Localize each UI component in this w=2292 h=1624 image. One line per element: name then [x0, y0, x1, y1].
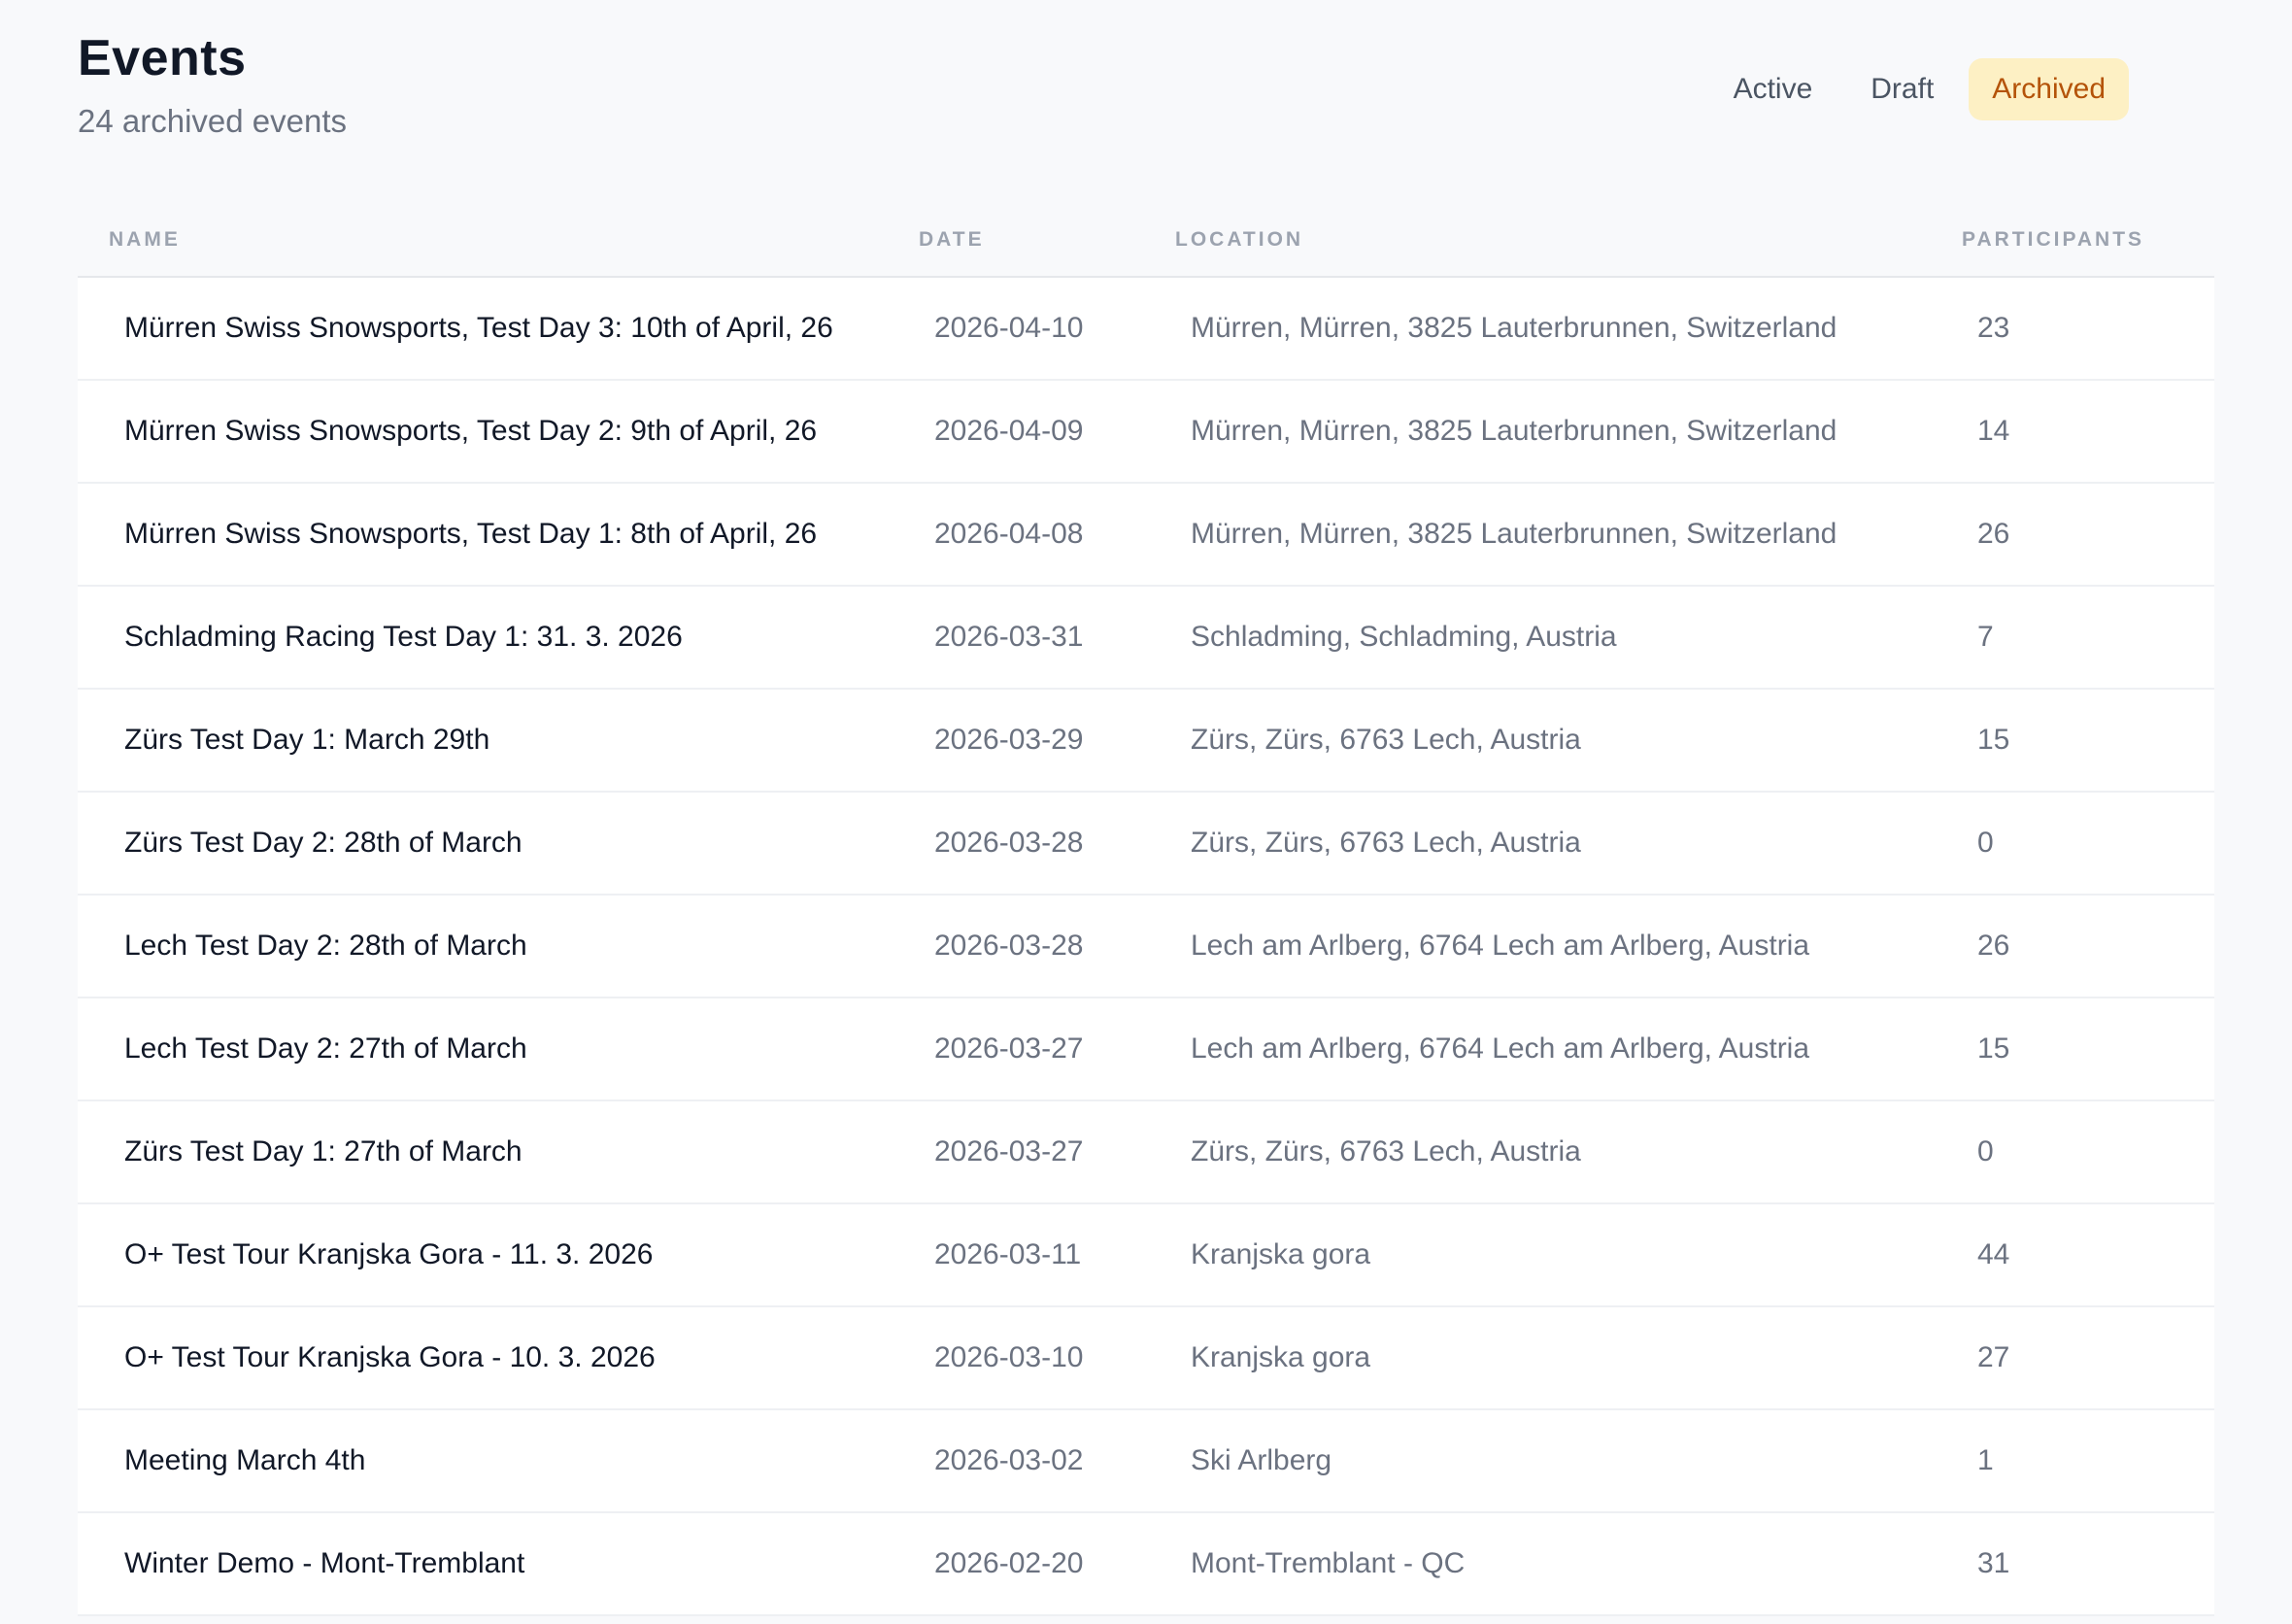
event-location-cell: Zürs, Zürs, 6763 Lech, Austria: [1191, 1135, 1581, 1167]
event-location-cell: Kranjska gora: [1191, 1238, 1371, 1270]
event-name-cell: Mürren Swiss Snowsports, Test Day 1: 8th…: [124, 518, 818, 550]
events-table: Name Date Location Participants Mürren S…: [78, 204, 2214, 1616]
event-date-cell: 2026-04-09: [934, 415, 1084, 447]
table-row[interactable]: O+ Test Tour Kranjska Gora - 11. 3. 2026…: [78, 1204, 2214, 1307]
event-participants-cell: 0: [1977, 827, 1994, 859]
table-row[interactable]: Lech Test Day 2: 27th of March 2026-03-27…: [78, 998, 2214, 1101]
table-row[interactable]: Mürren Swiss Snowsports, Test Day 1: 8th…: [78, 484, 2214, 587]
table-row[interactable]: Meeting March 4th 2026-03-02 Ski Arlberg 1: [78, 1410, 2214, 1513]
event-participants-cell: 15: [1977, 1032, 2010, 1065]
page-title: Events: [78, 30, 247, 86]
event-name-cell: Zürs Test Day 1: March 29th: [124, 724, 490, 756]
event-name-cell: Lech Test Day 2: 28th of March: [124, 930, 527, 962]
event-name-cell: O+ Test Tour Kranjska Gora - 10. 3. 2026: [124, 1341, 656, 1373]
event-name-cell: Zürs Test Day 2: 28th of March: [124, 827, 522, 859]
event-participants-cell: 31: [1977, 1547, 2010, 1579]
event-date-cell: 2026-03-29: [934, 724, 1084, 756]
event-location-cell: Lech am Arlberg, 6764 Lech am Arlberg, A…: [1191, 930, 1810, 962]
column-header-location[interactable]: Location: [1175, 228, 1962, 252]
tab-archived[interactable]: Archived: [1969, 58, 2129, 120]
event-participants-cell: 0: [1977, 1135, 1994, 1167]
event-location-cell: Ski Arlberg: [1191, 1444, 1332, 1476]
table-body: Mürren Swiss Snowsports, Test Day 3: 10t…: [78, 278, 2214, 1616]
event-participants-cell: 1: [1977, 1444, 1994, 1476]
event-location-cell: Mürren, Mürren, 3825 Lauterbrunnen, Swit…: [1191, 312, 1837, 344]
event-participants-cell: 7: [1977, 621, 1994, 653]
event-participants-cell: 44: [1977, 1238, 2010, 1270]
event-date-cell: 2026-03-11: [934, 1238, 1082, 1270]
table-row[interactable]: Zürs Test Day 1: March 29th 2026-03-29 Zür…: [78, 690, 2214, 793]
event-date-cell: 2026-04-08: [934, 518, 1084, 550]
event-participants-cell: 23: [1977, 312, 2010, 344]
table-row[interactable]: Zürs Test Day 2: 28th of March 2026-03-28…: [78, 793, 2214, 896]
event-date-cell: 2026-04-10: [934, 312, 1084, 344]
event-date-cell: 2026-03-28: [934, 827, 1084, 859]
column-header-name[interactable]: Name: [78, 228, 919, 252]
event-name-cell: Mürren Swiss Snowsports, Test Day 3: 10t…: [124, 312, 833, 344]
column-header-participants[interactable]: Participants: [1962, 228, 2214, 252]
event-date-cell: 2026-03-28: [934, 930, 1084, 962]
event-participants-cell: 26: [1977, 930, 2010, 962]
event-location-cell: Mürren, Mürren, 3825 Lauterbrunnen, Swit…: [1191, 415, 1837, 447]
event-date-cell: 2026-02-20: [934, 1547, 1084, 1579]
table-header-row: Name Date Location Participants: [78, 204, 2214, 278]
event-participants-cell: 26: [1977, 518, 2010, 550]
event-date-cell: 2026-03-02: [934, 1444, 1084, 1476]
events-page: Events 24 archived events Active Draft A…: [0, 0, 2292, 1624]
event-participants-cell: 14: [1977, 415, 2010, 447]
event-date-cell: 2026-03-31: [934, 621, 1084, 653]
event-date-cell: 2026-03-27: [934, 1135, 1084, 1167]
page-header: Events 24 archived events Active Draft A…: [78, 0, 2214, 204]
event-name-cell: Zürs Test Day 1: 27th of March: [124, 1135, 522, 1167]
table-row[interactable]: O+ Test Tour Kranjska Gora - 10. 3. 2026…: [78, 1307, 2214, 1410]
event-date-cell: 2026-03-27: [934, 1032, 1084, 1065]
tab-active[interactable]: Active: [1710, 58, 1837, 120]
event-name-cell: Schladming Racing Test Day 1: 31. 3. 202…: [124, 621, 683, 653]
table-row[interactable]: Schladming Racing Test Day 1: 31. 3. 202…: [78, 587, 2214, 690]
table-row[interactable]: Mürren Swiss Snowsports, Test Day 3: 10t…: [78, 278, 2214, 381]
event-name-cell: Meeting March 4th: [124, 1444, 366, 1476]
event-name-cell: O+ Test Tour Kranjska Gora - 11. 3. 2026: [124, 1238, 654, 1270]
status-tabs: Active Draft Archived: [1710, 58, 2129, 120]
tab-draft[interactable]: Draft: [1847, 58, 1957, 120]
event-name-cell: Mürren Swiss Snowsports, Test Day 2: 9th…: [124, 415, 818, 447]
event-name-cell: Winter Demo - Mont-Tremblant: [124, 1547, 525, 1579]
event-location-cell: Mont-Tremblant - QC: [1191, 1547, 1466, 1579]
event-location-cell: Mürren, Mürren, 3825 Lauterbrunnen, Swit…: [1191, 518, 1837, 550]
event-date-cell: 2026-03-10: [934, 1341, 1084, 1373]
table-row[interactable]: Winter Demo - Mont-Tremblant 2026-02-20 Mo…: [78, 1513, 2214, 1616]
event-participants-cell: 15: [1977, 724, 2010, 756]
event-location-cell: Lech am Arlberg, 6764 Lech am Arlberg, A…: [1191, 1032, 1810, 1065]
table-row[interactable]: Lech Test Day 2: 28th of March 2026-03-28…: [78, 896, 2214, 998]
event-location-cell: Kranjska gora: [1191, 1341, 1371, 1373]
event-participants-cell: 27: [1977, 1341, 2010, 1373]
table-row[interactable]: Zürs Test Day 1: 27th of March 2026-03-27…: [78, 1101, 2214, 1204]
event-name-cell: Lech Test Day 2: 27th of March: [124, 1032, 527, 1065]
table-row[interactable]: Mürren Swiss Snowsports, Test Day 2: 9th…: [78, 381, 2214, 484]
event-count-subtitle: 24 archived events: [78, 103, 348, 139]
event-location-cell: Zürs, Zürs, 6763 Lech, Austria: [1191, 724, 1581, 756]
event-location-cell: Schladming, Schladming, Austria: [1191, 621, 1617, 653]
event-location-cell: Zürs, Zürs, 6763 Lech, Austria: [1191, 827, 1581, 859]
column-header-date[interactable]: Date: [919, 228, 1175, 252]
